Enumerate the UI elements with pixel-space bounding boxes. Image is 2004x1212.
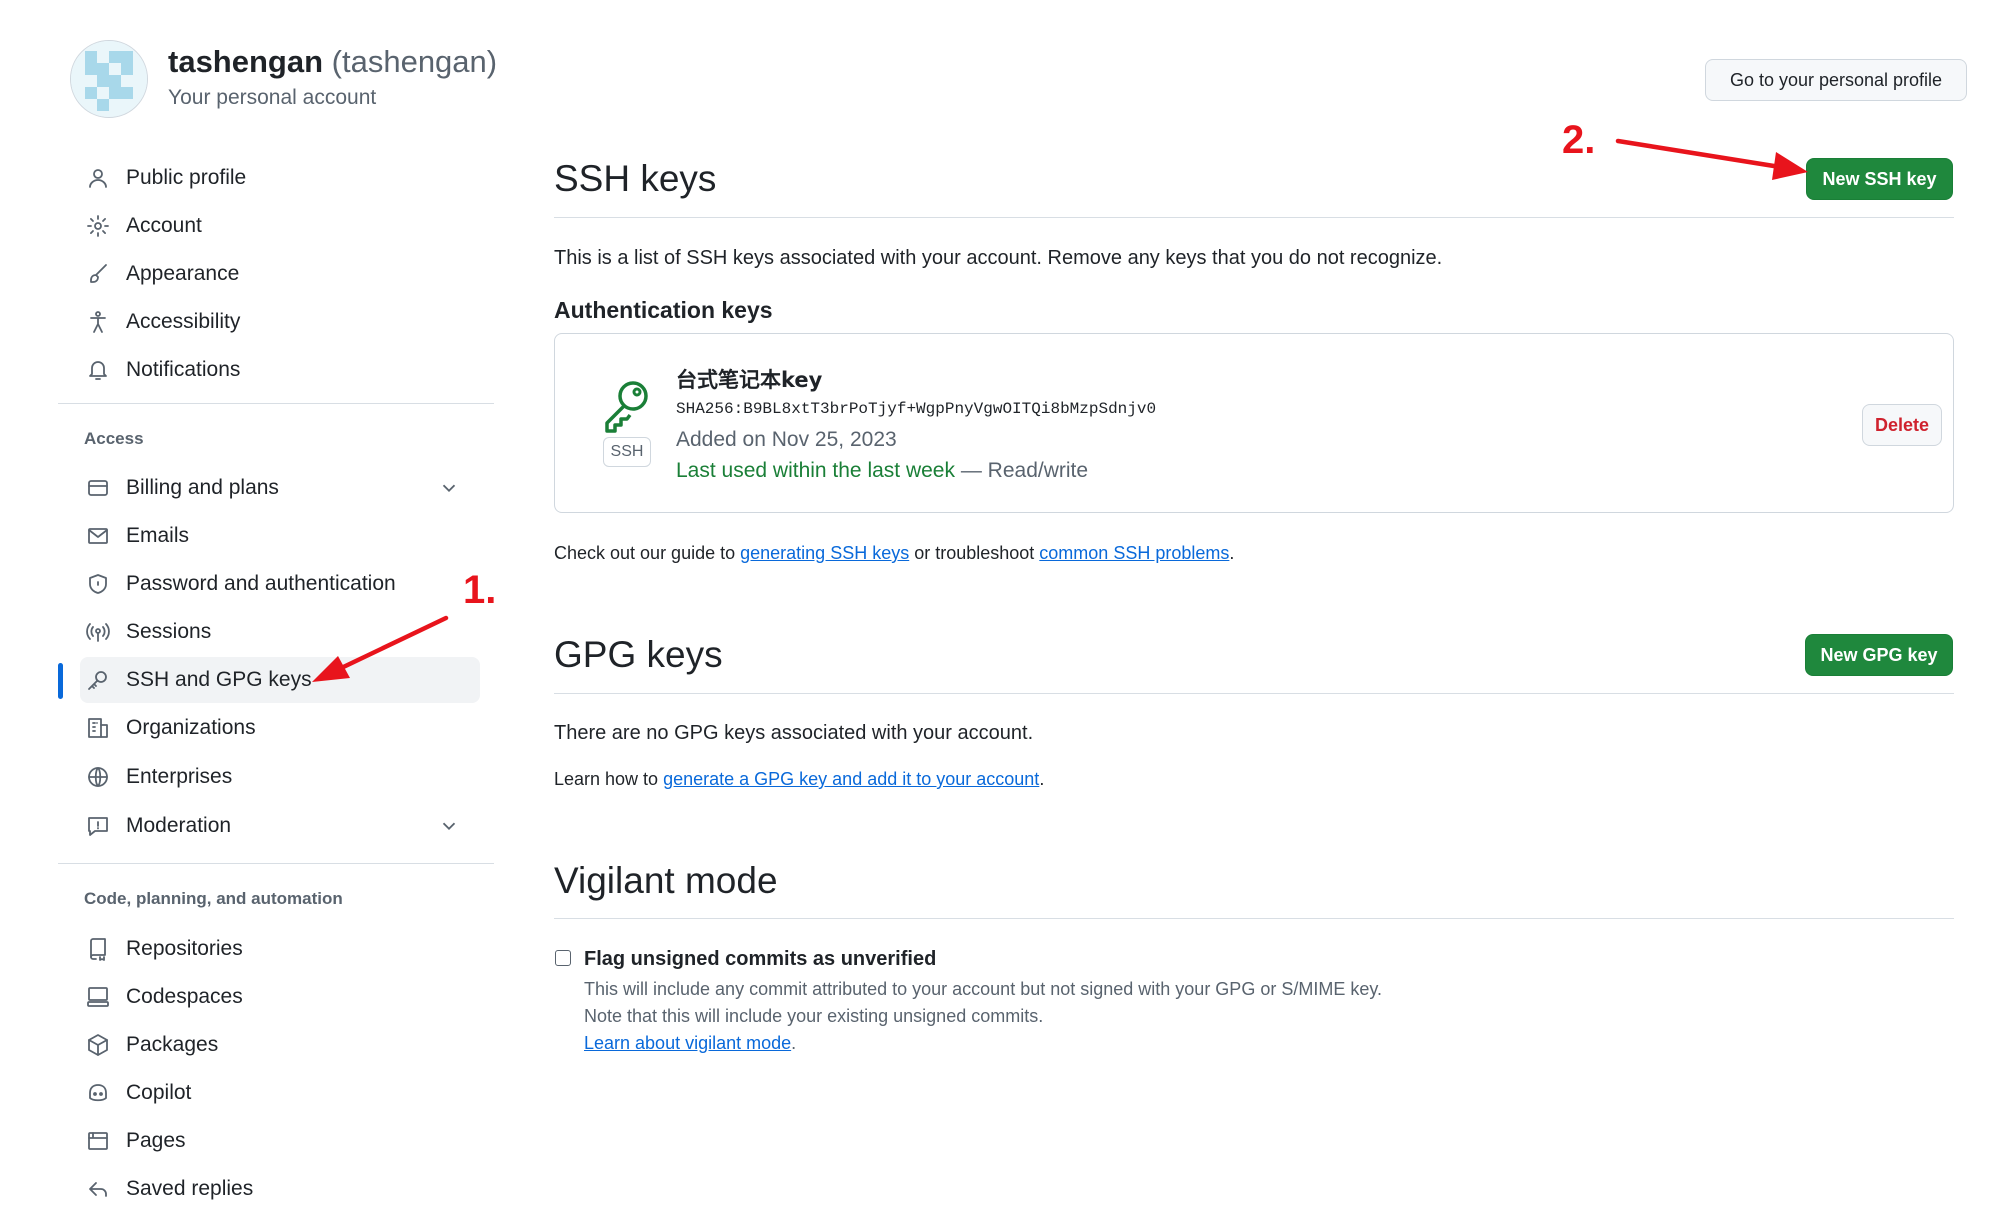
annotation-arrow-2 [1615,138,1808,180]
annotation-arrows [312,138,1808,682]
annotation-arrow-1 [312,615,449,682]
